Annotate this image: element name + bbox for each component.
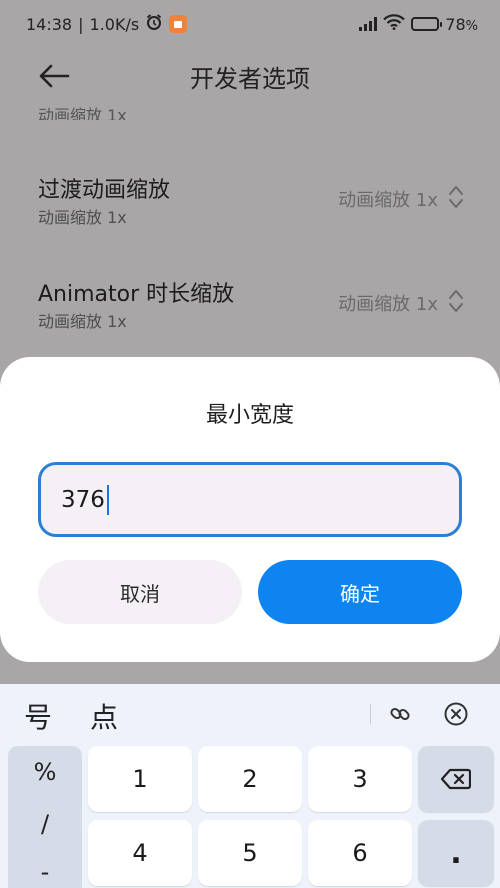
- confirm-button[interactable]: 确定: [258, 560, 462, 624]
- close-circle-icon[interactable]: [442, 700, 470, 728]
- status-right: 78%: [359, 14, 478, 34]
- backspace-icon: [441, 768, 471, 790]
- min-width-input[interactable]: 376: [38, 462, 462, 537]
- input-value: 376: [61, 486, 105, 513]
- symbol-key-slash[interactable]: /: [8, 810, 82, 838]
- key-6[interactable]: 6: [308, 820, 412, 886]
- setting-subtitle: 动画缩放 1x: [38, 312, 127, 331]
- status-bar: 14:38 | 1.0K/s 78%: [0, 0, 500, 48]
- wifi-icon: [383, 14, 406, 34]
- key-2[interactable]: 2: [198, 746, 302, 812]
- previous-setting-subtitle: 动画缩放 1x: [38, 106, 127, 120]
- backspace-key[interactable]: [418, 746, 494, 812]
- screen-record-icon: [169, 15, 188, 33]
- status-left: 14:38 | 1.0K/s: [26, 13, 188, 35]
- app-header: 开发者选项: [0, 48, 500, 104]
- suggestion-item[interactable]: 号: [24, 696, 52, 736]
- dialog-title: 最小宽度: [205, 403, 294, 428]
- page-title: 开发者选项: [190, 64, 310, 93]
- keyboard: 号 点 % / - 1 2 3 4 5 6 .: [0, 684, 500, 888]
- setting-value: 动画缩放 1x: [338, 294, 438, 315]
- setting-animator-duration-scale[interactable]: Animator 时长缩放 动画缩放 1x 动画缩放 1x: [0, 276, 500, 356]
- toolbar-divider: [370, 704, 371, 724]
- key-5[interactable]: 5: [198, 820, 302, 886]
- arrow-left-icon: [39, 64, 70, 88]
- setting-transition-animation-scale[interactable]: 过渡动画缩放 动画缩放 1x 动画缩放 1x: [0, 172, 500, 252]
- key-1[interactable]: 1: [88, 746, 192, 812]
- chevron-updown-icon: [449, 290, 463, 312]
- suggestion-bar: 号 点: [0, 684, 500, 744]
- dot-key[interactable]: .: [418, 820, 494, 886]
- battery-icon: [411, 17, 443, 31]
- network-speed: 1.0K/s: [89, 14, 140, 34]
- clipboard-link-icon[interactable]: [386, 700, 414, 728]
- status-time: 14:38: [26, 14, 73, 34]
- battery-value: 78: [445, 14, 466, 34]
- back-button[interactable]: [34, 58, 74, 94]
- setting-subtitle: 动画缩放 1x: [38, 208, 127, 227]
- symbol-column: % / -: [8, 746, 82, 888]
- alarm-icon: [145, 13, 163, 35]
- key-4[interactable]: 4: [88, 820, 192, 886]
- suggestion-item[interactable]: 点: [90, 696, 118, 736]
- signal-icon: [359, 17, 378, 31]
- symbol-key-dash[interactable]: -: [8, 858, 82, 886]
- setting-title: Animator 时长缩放: [38, 282, 235, 307]
- text-caret: [106, 484, 109, 515]
- key-3[interactable]: 3: [308, 746, 412, 812]
- min-width-dialog: 最小宽度 376 取消 确定: [0, 357, 500, 662]
- battery-percent: 78%: [445, 14, 478, 34]
- status-separator: |: [78, 14, 84, 34]
- chevron-updown-icon: [449, 186, 463, 208]
- setting-title: 过渡动画缩放: [38, 178, 171, 203]
- cancel-button[interactable]: 取消: [38, 560, 242, 624]
- setting-value: 动画缩放 1x: [338, 190, 438, 211]
- symbol-key-percent[interactable]: %: [8, 758, 82, 786]
